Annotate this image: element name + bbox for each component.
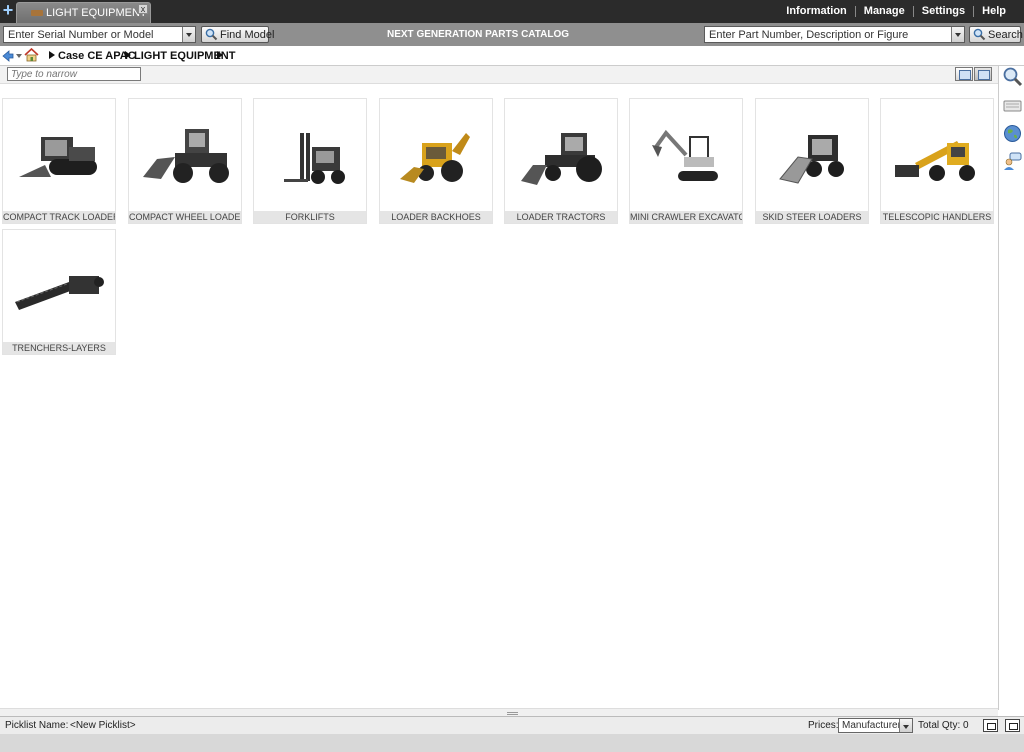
prices-value: Manufacturer <box>842 720 901 731</box>
serial-number-value: Enter Serial Number or Model <box>8 29 154 41</box>
prices-label: Prices: <box>808 720 839 731</box>
footer-strip <box>0 734 1024 752</box>
category-card-forklifts[interactable]: FORKLIFTS <box>253 98 367 224</box>
telescopic-handler-icon <box>895 141 975 181</box>
serial-number-combo[interactable]: Enter Serial Number or Model <box>3 26 196 43</box>
tab-light-equipment[interactable]: LIGHT EQUIPMENT x <box>16 2 151 23</box>
find-model-label: Find Model <box>220 29 275 41</box>
part-number-combo[interactable]: Enter Part Number, Description or Figure <box>704 26 965 43</box>
category-card-skid-steer-loaders[interactable]: SKID STEER LOADERS <box>755 98 869 224</box>
compact-track-loader-icon <box>19 137 97 177</box>
forklift-icon <box>284 133 345 184</box>
breadcrumb: Case CE APAC LIGHT EQUIPMENT <box>0 46 1024 66</box>
chevron-down-icon[interactable] <box>182 27 195 42</box>
search-toolbar: Enter Serial Number or Model Find Model … <box>0 23 1024 46</box>
breadcrumb-item-case-ce-apac[interactable]: Case CE APAC <box>49 50 136 62</box>
total-qty: Total Qty: 0 <box>918 720 969 731</box>
magnifier-icon <box>205 28 218 41</box>
category-card-compact-wheel-loaders[interactable]: COMPACT WHEEL LOADERS <box>128 98 242 224</box>
category-label: COMPACT WHEEL LOADERS <box>129 211 241 223</box>
picklist-name-label: Picklist Name: <box>5 720 69 731</box>
chevron-down-icon[interactable] <box>899 719 912 732</box>
category-label: SKID STEER LOADERS <box>756 211 868 223</box>
top-nav: Information Manage Settings Help <box>778 0 1014 23</box>
category-label: FORKLIFTS <box>254 211 366 223</box>
trencher-icon <box>15 276 104 310</box>
chevron-down-icon[interactable] <box>951 27 964 42</box>
nav-information[interactable]: Information <box>778 6 855 17</box>
category-label: LOADER TRACTORS <box>505 211 617 223</box>
status-bar: Picklist Name: <New Picklist> Prices: Ma… <box>0 716 1024 734</box>
restore-window-button[interactable] <box>983 719 998 732</box>
panel-splitter[interactable] <box>0 708 998 716</box>
search-icon[interactable] <box>1002 66 1023 87</box>
loader-tractor-icon <box>521 133 602 185</box>
search-button[interactable]: Search <box>969 26 1023 43</box>
category-card-telescopic-handlers[interactable]: TELESCOPIC HANDLERS <box>880 98 994 224</box>
thumbnail-view-button[interactable] <box>974 67 992 81</box>
category-label: LOADER BACKHOES <box>380 211 492 223</box>
skid-steer-loader-icon <box>779 135 844 184</box>
back-arrow-icon[interactable] <box>2 50 14 62</box>
category-label: COMPACT TRACK LOADERS <box>3 211 115 223</box>
category-label: TRENCHERS-LAYERS <box>3 342 115 354</box>
picklist-name-value[interactable]: <New Picklist> <box>70 720 136 731</box>
nav-help[interactable]: Help <box>973 6 1014 17</box>
new-tab-plus-icon[interactable]: + <box>1 1 15 20</box>
nav-settings[interactable]: Settings <box>912 6 973 17</box>
crumb-arrow-icon <box>125 51 131 59</box>
breadcrumb-next-arrow[interactable] <box>217 50 226 62</box>
magnifier-icon <box>973 28 986 41</box>
category-card-loader-tractors[interactable]: LOADER TRACTORS <box>504 98 618 224</box>
splitter-grip-icon[interactable] <box>507 712 518 715</box>
machine-icon <box>31 10 43 16</box>
mini-excavator-icon <box>652 129 718 181</box>
maximize-window-button[interactable] <box>1005 719 1020 732</box>
globe-icon[interactable] <box>1002 123 1023 144</box>
filter-row <box>0 66 998 84</box>
narrow-input[interactable] <box>7 67 141 81</box>
category-card-mini-crawler-excavator[interactable]: MINI CRAWLER EXCAVATOR <box>629 98 743 224</box>
loader-backhoe-icon <box>400 133 470 183</box>
keyboard-icon[interactable] <box>1002 95 1023 116</box>
tab-label: LIGHT EQUIPMENT <box>46 7 147 19</box>
search-label: Search <box>988 29 1023 41</box>
category-card-compact-track-loaders[interactable]: COMPACT TRACK LOADERS <box>2 98 116 224</box>
category-label: MINI CRAWLER EXCAVATOR <box>630 211 742 223</box>
right-sidebar <box>998 66 1024 710</box>
chat-users-icon[interactable] <box>1002 151 1023 172</box>
catalog-title: NEXT GENERATION PARTS CATALOG <box>387 29 570 40</box>
category-card-loader-backhoes[interactable]: LOADER BACKHOES <box>379 98 493 224</box>
list-view-button[interactable] <box>955 67 973 81</box>
top-tab-bar: + LIGHT EQUIPMENT x Information Manage S… <box>0 0 1024 23</box>
home-icon[interactable] <box>24 48 39 62</box>
category-card-trenchers-layers[interactable]: TRENCHERS-LAYERS <box>2 229 116 355</box>
crumb-arrow-icon <box>49 51 55 59</box>
compact-wheel-loader-icon <box>143 129 229 183</box>
find-model-button[interactable]: Find Model <box>201 26 274 43</box>
close-tab-icon[interactable]: x <box>138 4 148 14</box>
crumb-arrow-icon <box>217 51 223 59</box>
history-dropdown-icon[interactable] <box>16 54 22 58</box>
nav-manage[interactable]: Manage <box>854 6 913 17</box>
prices-select[interactable]: Manufacturer <box>838 718 913 733</box>
category-label: TELESCOPIC HANDLERS <box>881 211 993 223</box>
part-number-value: Enter Part Number, Description or Figure <box>709 29 909 41</box>
